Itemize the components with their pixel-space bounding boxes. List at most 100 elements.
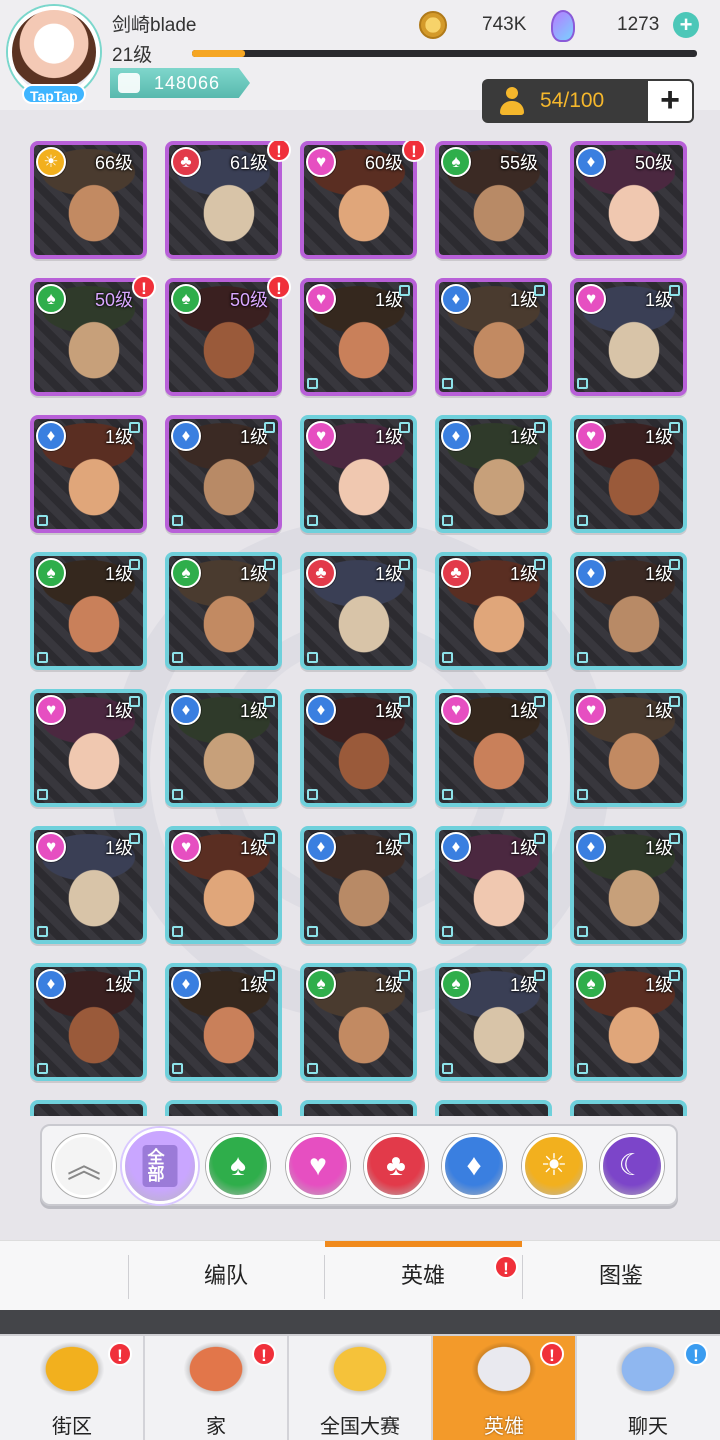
nav-alert-icon: ! xyxy=(252,1342,276,1366)
hero-card-partial[interactable] xyxy=(570,1100,687,1116)
signpost-icon xyxy=(36,1336,108,1402)
hero-card[interactable]: ♣ 1级 xyxy=(300,552,417,670)
nav-label: 聊天 xyxy=(628,1416,668,1438)
diamond-faction-icon: ♦ xyxy=(576,558,606,588)
hero-card[interactable]: ♠ 50级 xyxy=(165,278,282,396)
corner-mark xyxy=(129,559,140,570)
heart-faction-icon: ♥ xyxy=(306,421,336,451)
corner-mark xyxy=(37,652,48,663)
hero-cards-icon xyxy=(468,1336,540,1402)
hero-card[interactable]: ♦ 1级 xyxy=(165,689,282,807)
player-level: 21级 xyxy=(112,45,153,66)
hero-card[interactable]: ♦ 1级 xyxy=(435,278,552,396)
corner-mark xyxy=(534,970,545,981)
hero-card[interactable]: ♥ 1级 xyxy=(30,826,147,944)
corner-mark xyxy=(534,696,545,707)
filter-sun-button[interactable]: ☀ xyxy=(522,1134,586,1198)
hero-card[interactable]: ♥ 1级 xyxy=(300,415,417,533)
nav-item-3[interactable]: 英雄! xyxy=(432,1336,576,1440)
hero-card[interactable]: ♦ 1级 xyxy=(435,415,552,533)
hero-card[interactable]: ♠ 1级 xyxy=(30,552,147,670)
tab-heroes-alert-icon: ! xyxy=(494,1255,518,1279)
corner-mark xyxy=(399,833,410,844)
diamond-faction-icon: ♦ xyxy=(171,421,201,451)
corner-mark xyxy=(442,378,453,389)
hero-card[interactable]: ♠ 55级 xyxy=(435,141,552,259)
heart-faction-icon: ♥ xyxy=(306,147,336,177)
diamond-faction-icon: ♦ xyxy=(306,695,336,725)
hero-card[interactable]: ☀ 66级 xyxy=(30,141,147,259)
hero-card[interactable]: ♣ 61级 xyxy=(165,141,282,259)
hero-card[interactable]: ♦ 1级 xyxy=(570,826,687,944)
nav-label: 街区 xyxy=(52,1416,92,1438)
filter-collapse-button[interactable]: ︽ xyxy=(52,1134,116,1198)
bottom-nav-strip: 街区! 家! 全国大赛 英雄! 聊天! xyxy=(0,1334,720,1440)
hero-card-partial[interactable] xyxy=(165,1100,282,1116)
filter-moon-button[interactable]: ☾ xyxy=(600,1134,664,1198)
hero-card[interactable]: ♥ 1级 xyxy=(300,278,417,396)
filter-diamond-button[interactable]: ♦ xyxy=(442,1134,506,1198)
hero-card[interactable]: ♦ 50级 xyxy=(570,141,687,259)
corner-mark xyxy=(172,789,183,800)
expand-capacity-button[interactable]: + xyxy=(646,79,694,123)
hero-card[interactable]: ♦ 1级 xyxy=(30,415,147,533)
tab-codex[interactable]: 图鉴 xyxy=(522,1241,720,1311)
hero-card[interactable]: ♦ 1级 xyxy=(435,826,552,944)
hero-level: 61级 xyxy=(229,153,268,173)
nav-alert-icon: ! xyxy=(108,1342,132,1366)
house-icon xyxy=(180,1336,252,1402)
tab-heroes[interactable]: 英雄 xyxy=(324,1241,522,1311)
hero-card[interactable]: ♥ 1级 xyxy=(570,689,687,807)
hero-card[interactable]: ♠ 1级 xyxy=(570,963,687,1081)
heart-faction-icon: ♥ xyxy=(36,832,66,862)
nav-label: 英雄 xyxy=(484,1416,524,1438)
hero-card[interactable]: ♠ 1级 xyxy=(165,552,282,670)
gem-amount: 1273 xyxy=(617,14,660,35)
hero-card-partial[interactable] xyxy=(435,1100,552,1116)
nav-item-4[interactable]: 聊天! xyxy=(576,1336,720,1440)
nav-item-1[interactable]: 家! xyxy=(144,1336,288,1440)
hero-card[interactable]: ♥ 1级 xyxy=(165,826,282,944)
hero-level: 50级 xyxy=(94,290,133,310)
diamond-faction-icon: ♦ xyxy=(576,832,606,862)
heart-faction-icon: ♥ xyxy=(576,695,606,725)
hero-card-partial[interactable] xyxy=(30,1100,147,1116)
hero-card[interactable]: ♠ 50级 xyxy=(30,278,147,396)
filter-club-button[interactable]: ♣ xyxy=(364,1134,428,1198)
hero-card[interactable]: ♦ 1级 xyxy=(165,963,282,1081)
hero-card[interactable]: ♠ 1级 xyxy=(435,963,552,1081)
filter-spade-button[interactable]: ♠ xyxy=(206,1134,270,1198)
hero-card[interactable]: ♠ 1级 xyxy=(300,963,417,1081)
hero-card[interactable]: ♦ 1级 xyxy=(300,689,417,807)
hero-card[interactable]: ♦ 1级 xyxy=(570,552,687,670)
tab-formation[interactable]: 编队 xyxy=(128,1241,324,1311)
hero-card[interactable]: ♥ 60级 xyxy=(300,141,417,259)
hero-card[interactable]: ♥ 1级 xyxy=(30,689,147,807)
corner-mark xyxy=(172,1063,183,1074)
hero-card[interactable]: ♦ 1级 xyxy=(165,415,282,533)
hero-card[interactable]: ♦ 1级 xyxy=(30,963,147,1081)
club-icon: ♣ xyxy=(386,1149,406,1182)
corner-mark xyxy=(37,1063,48,1074)
heart-faction-icon: ♥ xyxy=(171,832,201,862)
filter-heart-button[interactable]: ♥ xyxy=(286,1134,350,1198)
nav-item-0[interactable]: 街区! xyxy=(0,1336,144,1440)
hero-level: 66级 xyxy=(94,153,133,173)
hero-card[interactable]: ♦ 1级 xyxy=(300,826,417,944)
hero-card[interactable]: ♥ 1级 xyxy=(435,689,552,807)
hero-card[interactable]: ♥ 1级 xyxy=(570,278,687,396)
filter-all-button[interactable]: 全部 xyxy=(122,1128,198,1204)
hero-grid: ☀ 66级 ♣ 61级! ♥ 60级! ♠ 55级 ♦ 50级 ♠ 50级! ♠ 50级! ♥ 1级 ♦ 1级 ♥ 1… xyxy=(30,141,690,1116)
nav-divider xyxy=(287,1336,289,1440)
hero-card-partial[interactable] xyxy=(300,1100,417,1116)
corner-mark xyxy=(399,422,410,433)
corner-mark xyxy=(172,926,183,937)
gold-coin-icon xyxy=(419,11,447,39)
nav-item-2[interactable]: 全国大赛 xyxy=(288,1336,432,1440)
trophy-icon xyxy=(324,1336,396,1402)
add-gems-button[interactable]: + xyxy=(673,12,699,38)
diamond-faction-icon: ♦ xyxy=(171,969,201,999)
hero-card[interactable]: ♣ 1级 xyxy=(435,552,552,670)
corner-mark xyxy=(399,559,410,570)
hero-card[interactable]: ♥ 1级 xyxy=(570,415,687,533)
